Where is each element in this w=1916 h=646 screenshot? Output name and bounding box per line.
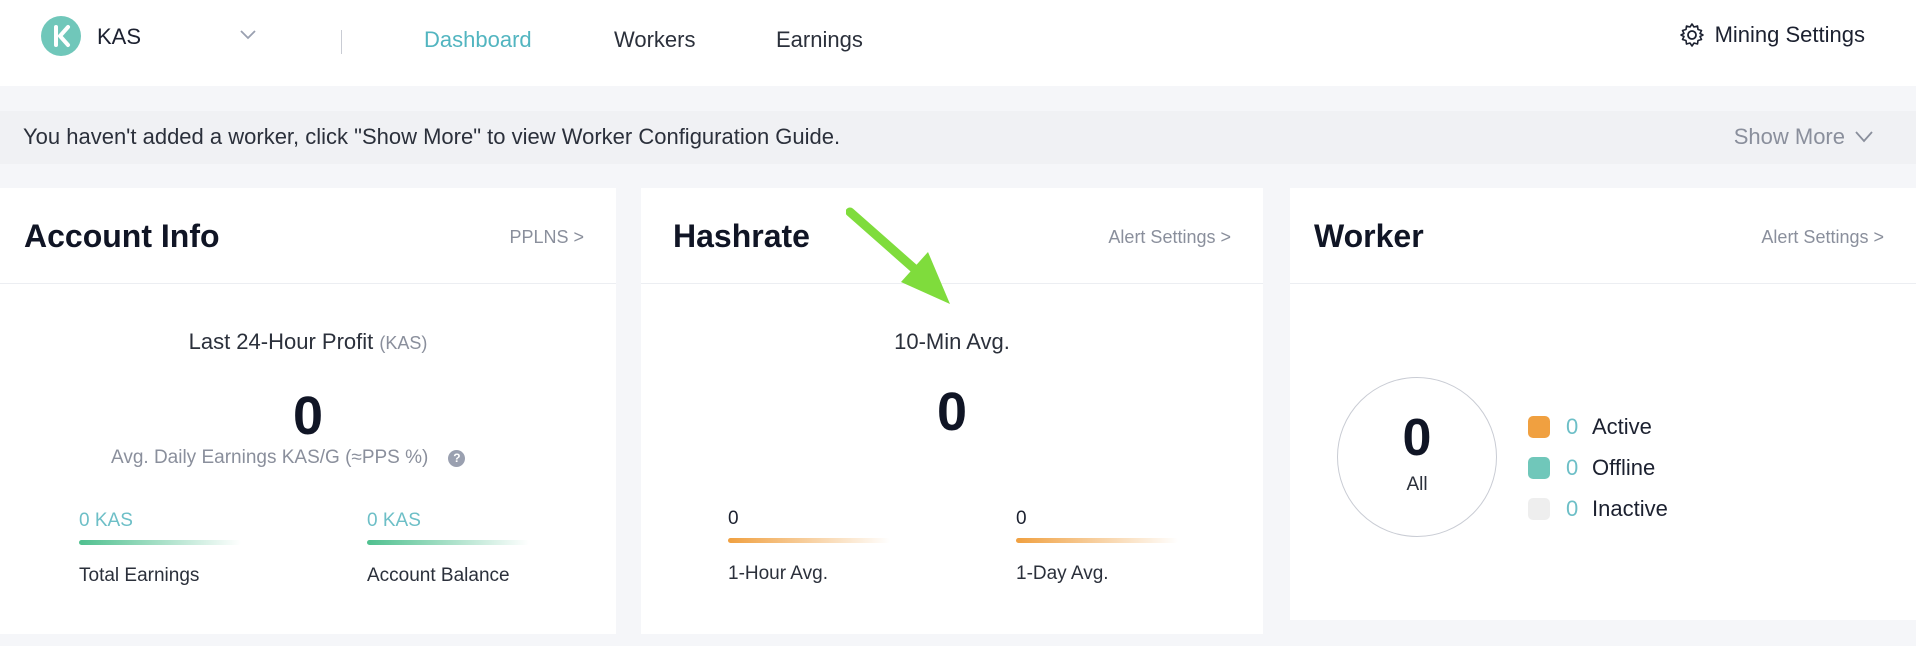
chevron-down-icon <box>1855 131 1873 143</box>
total-earnings-bar <box>79 540 241 545</box>
worker-total-label: All <box>1406 474 1428 495</box>
legend-item-offline[interactable]: 0 Offline <box>1528 447 1668 488</box>
worker-card: Worker Alert Settings > 0 All 0 Active 0… <box>1290 188 1916 620</box>
worker-status-legend: 0 Active 0 Offline 0 Inactive <box>1528 406 1668 529</box>
legend-swatch <box>1528 415 1550 438</box>
ten-min-avg-label: 10-Min Avg. <box>894 329 1010 354</box>
coin-selector-label[interactable]: KAS <box>97 24 141 50</box>
account-info-card: Account Info PPLNS > Last 24-Hour Profit… <box>0 188 616 634</box>
worker-total-value: 0 <box>1402 409 1432 467</box>
one-hour-avg-value: 0 <box>728 508 739 529</box>
legend-item-inactive[interactable]: 0 Inactive <box>1528 488 1668 529</box>
legend-count: 0 <box>1566 495 1579 521</box>
account-balance-bar <box>367 540 529 545</box>
alert-settings-link[interactable]: Alert Settings > <box>1108 227 1231 248</box>
ten-min-avg-value: 0 <box>936 382 968 442</box>
show-more-button[interactable]: Show More <box>1734 124 1873 150</box>
legend-label: Active <box>1592 413 1652 439</box>
show-more-label: Show More <box>1733 124 1845 149</box>
kaspa-logo-icon[interactable] <box>41 16 81 56</box>
pplns-link[interactable]: PPLNS > <box>509 227 584 248</box>
profit-label: Last 24-Hour Profit (KAS) <box>0 329 616 355</box>
help-icon[interactable]: ? <box>448 449 466 467</box>
card-header: Account Info PPLNS > <box>0 188 616 284</box>
legend-count: 0 <box>1566 413 1579 439</box>
worker-guide-notice: You haven't added a worker, click "Show … <box>0 111 1916 164</box>
gear-icon <box>1679 23 1704 47</box>
card-title: Worker <box>1314 218 1424 254</box>
tab-earnings[interactable]: Earnings <box>776 27 863 53</box>
total-earnings-value: 0 KAS <box>79 510 133 531</box>
one-day-avg-stat: 0 1-Day Avg. <box>1016 508 1186 585</box>
hint-text: Avg. Daily Earnings KAS/G (≈PPS %) <box>111 447 429 468</box>
legend-count: 0 <box>1566 454 1579 480</box>
total-earnings-stat: 0 KAS Total Earnings <box>79 510 249 587</box>
account-balance-stat: 0 KAS Account Balance <box>367 510 537 587</box>
tab-workers[interactable]: Workers <box>614 27 696 53</box>
alert-settings-link[interactable]: Alert Settings > <box>1761 227 1884 248</box>
avg-daily-earnings-hint: Avg. Daily Earnings KAS/G (≈PPS %) ? <box>111 447 466 469</box>
annotation-arrow-icon <box>846 207 950 304</box>
profit-label-text: Last 24-Hour Profit <box>188 329 374 354</box>
one-day-avg-bar <box>1016 538 1178 543</box>
legend-item-active[interactable]: 0 Active <box>1528 406 1668 447</box>
profit-unit: (KAS) <box>379 333 428 353</box>
account-balance-value: 0 KAS <box>367 510 421 531</box>
notice-text: You haven't added a worker, click "Show … <box>23 124 841 149</box>
legend-label: Offline <box>1592 454 1656 480</box>
account-balance-label: Account Balance <box>367 565 510 586</box>
tab-dashboard[interactable]: Dashboard <box>424 27 532 53</box>
legend-swatch <box>1528 456 1550 479</box>
top-navigation: KAS Dashboard Workers Earnings Mining Se… <box>0 0 1916 86</box>
card-header: Worker Alert Settings > <box>1290 188 1916 284</box>
one-day-avg-label: 1-Day Avg. <box>1016 563 1109 584</box>
card-title: Account Info <box>24 218 220 254</box>
worker-total-circle[interactable]: 0 All <box>1337 377 1497 537</box>
total-earnings-label: Total Earnings <box>79 565 200 586</box>
one-hour-avg-label: 1-Hour Avg. <box>728 563 828 584</box>
card-title: Hashrate <box>673 218 810 254</box>
one-hour-avg-bar <box>728 538 890 543</box>
profit-value: 0 <box>292 386 324 446</box>
mining-settings-button[interactable]: Mining Settings <box>1679 22 1865 48</box>
one-day-avg-value: 0 <box>1016 508 1027 529</box>
legend-label: Inactive <box>1592 495 1668 521</box>
nav-divider <box>341 30 342 54</box>
legend-swatch <box>1528 497 1550 520</box>
mining-settings-label: Mining Settings <box>1714 22 1865 47</box>
one-hour-avg-stat: 0 1-Hour Avg. <box>728 508 898 585</box>
chevron-down-icon[interactable] <box>240 30 256 40</box>
